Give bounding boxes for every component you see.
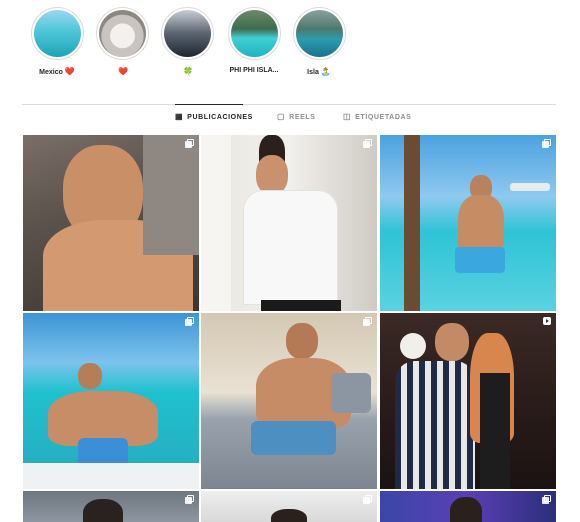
highlight-cover bbox=[227, 7, 281, 60]
carousel-icon bbox=[185, 317, 194, 326]
carousel-icon bbox=[185, 495, 194, 504]
highlight-mexico[interactable]: Mexico ❤️ bbox=[21, 7, 93, 76]
highlight-cover bbox=[292, 7, 346, 60]
highlight-phi-phi[interactable]: PHI PHI ISLA... bbox=[218, 7, 290, 74]
highlight-label: Mexico bbox=[39, 69, 63, 76]
profile-divider bbox=[22, 104, 556, 105]
island-icon: 🏝️ bbox=[320, 67, 331, 76]
highlight-cover bbox=[30, 7, 84, 60]
highlight-label: PHI PHI ISLA... bbox=[229, 67, 279, 74]
heart-icon: ❤️ bbox=[64, 67, 75, 76]
tagged-icon: ◫ bbox=[343, 112, 352, 121]
tab-label: REELS bbox=[289, 113, 316, 121]
tab-reels[interactable]: ▢ REELS bbox=[277, 113, 316, 121]
carousel-icon bbox=[185, 139, 194, 148]
tab-publicaciones[interactable]: ▦ PUBLICACIONES bbox=[175, 113, 253, 121]
carousel-icon bbox=[363, 317, 372, 326]
post-thumbnail[interactable] bbox=[380, 313, 556, 489]
post-thumbnail[interactable] bbox=[201, 313, 377, 489]
highlight-heart[interactable]: ❤️ bbox=[86, 7, 158, 76]
grid-icon: ▦ bbox=[175, 112, 184, 121]
carousel-icon bbox=[363, 139, 372, 148]
post-thumbnail[interactable] bbox=[380, 491, 556, 522]
post-thumbnail[interactable] bbox=[201, 491, 377, 522]
clover-icon: 🍀 bbox=[183, 67, 193, 76]
post-thumbnail[interactable] bbox=[23, 135, 199, 311]
carousel-icon bbox=[363, 495, 372, 504]
highlight-label: Isla bbox=[307, 69, 319, 76]
highlight-isla[interactable]: Isla 🏝️ bbox=[283, 7, 355, 76]
post-thumbnail[interactable] bbox=[380, 135, 556, 311]
posts-grid bbox=[23, 135, 557, 522]
heart-icon: ❤️ bbox=[118, 67, 128, 76]
post-thumbnail[interactable] bbox=[23, 313, 199, 489]
highlight-cover bbox=[160, 7, 214, 60]
post-thumbnail[interactable] bbox=[201, 135, 377, 311]
post-thumbnail[interactable] bbox=[23, 491, 199, 522]
carousel-icon bbox=[542, 495, 551, 504]
active-tab-indicator bbox=[175, 104, 243, 105]
tab-label: ETIQUETADAS bbox=[355, 113, 412, 121]
reel-icon bbox=[543, 317, 551, 325]
tab-label: PUBLICACIONES bbox=[187, 113, 253, 121]
reels-icon: ▢ bbox=[277, 112, 286, 121]
story-highlights: Mexico ❤️ ❤️ 🍀 PHI PHI ISLA... Isla 🏝️ bbox=[0, 0, 580, 92]
highlight-cover bbox=[95, 7, 149, 60]
highlight-clover[interactable]: 🍀 bbox=[151, 7, 223, 76]
profile-tabs: ▦ PUBLICACIONES ▢ REELS ◫ ETIQUETADAS bbox=[0, 113, 580, 127]
carousel-icon bbox=[542, 139, 551, 148]
tab-etiquetadas[interactable]: ◫ ETIQUETADAS bbox=[343, 113, 411, 121]
